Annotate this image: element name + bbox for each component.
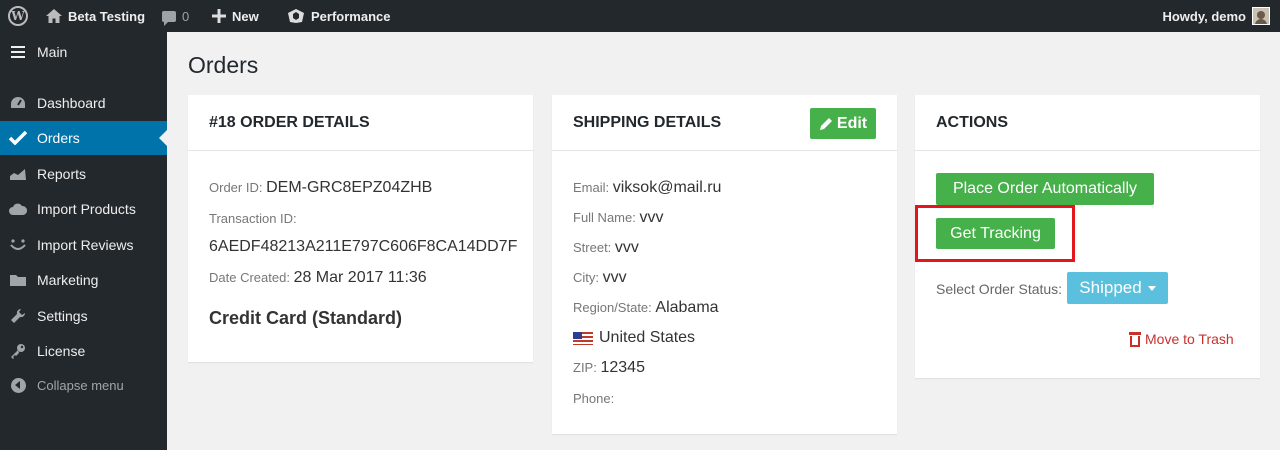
- admin-bar: W Beta Testing 0 New Performance Howdy, …: [0, 0, 1280, 32]
- pencil-icon: [819, 117, 832, 130]
- avatar: [1252, 7, 1270, 25]
- order-status-label: Select Order Status:: [936, 281, 1063, 297]
- full-name-row: Full Name: vvv: [573, 209, 663, 227]
- full-name-value: vvv: [639, 209, 664, 226]
- sidebar-item-import-reviews[interactable]: Import Reviews: [0, 228, 167, 262]
- edit-label: Edit: [836, 114, 868, 132]
- region-row: Region/State: Alabama: [573, 299, 719, 317]
- date-created-row: Date Created: 28 Mar 2017 11:36: [209, 269, 427, 287]
- shipping-details-panel: SHIPPING DETAILS Edit Email: viksok@mail…: [552, 95, 897, 434]
- city-row: City: vvv: [573, 269, 627, 287]
- region-label: Region/State:: [573, 300, 652, 315]
- zip-row: ZIP: 12345: [573, 359, 645, 377]
- wrench-icon: [9, 308, 27, 324]
- caret-down-icon: [1147, 285, 1156, 291]
- new-label: New: [232, 8, 259, 24]
- sidebar-item-label: Import Products: [37, 201, 136, 217]
- sidebar-item-settings[interactable]: Settings: [0, 299, 167, 333]
- account-menu[interactable]: Howdy, demo: [1162, 0, 1270, 32]
- smile-icon: [9, 238, 27, 252]
- shipping-details-header: SHIPPING DETAILS Edit: [552, 95, 897, 151]
- phone-label: Phone:: [573, 391, 615, 406]
- order-id-label: Order ID:: [209, 180, 263, 195]
- comments-link[interactable]: 0: [162, 0, 189, 32]
- performance-icon: [288, 9, 304, 23]
- street-value: vvv: [614, 239, 639, 256]
- zip-label: ZIP:: [573, 360, 597, 375]
- sidebar-item-label: Collapse menu: [37, 377, 124, 393]
- order-id-row: Order ID: DEM-GRC8EPZ04ZHB: [209, 179, 432, 197]
- place-order-button[interactable]: Place Order Automatically: [936, 173, 1154, 205]
- sidebar-collapse-menu[interactable]: Collapse menu: [0, 368, 167, 402]
- order-status-dropdown[interactable]: Shipped: [1067, 272, 1168, 304]
- sidebar-item-label: Main: [37, 44, 68, 60]
- checkmark-icon: [9, 131, 27, 145]
- date-created-value: 28 Mar 2017 11:36: [293, 269, 427, 286]
- email-row: Email: viksok@mail.ru: [573, 179, 721, 197]
- zip-value: 12345: [600, 359, 645, 376]
- howdy-text: Howdy, demo: [1162, 8, 1246, 24]
- folder-icon: [9, 273, 27, 287]
- dashboard-icon: [9, 96, 27, 110]
- us-flag-icon: [573, 332, 593, 346]
- date-created-label: Date Created:: [209, 270, 290, 285]
- sidebar-item-label: Import Reviews: [37, 237, 134, 253]
- shipping-details-heading: SHIPPING DETAILS: [573, 113, 722, 131]
- sidebar-item-label: Marketing: [37, 272, 99, 288]
- transaction-id-value: 6AEDF48213A211E797C606F8CA14DD7F: [209, 238, 518, 255]
- key-icon: [9, 343, 27, 359]
- page-title: Orders: [188, 52, 259, 78]
- region-value: Alabama: [655, 299, 719, 316]
- sidebar-item-label: Settings: [37, 308, 88, 324]
- collapse-icon: [9, 377, 27, 393]
- sidebar-item-label: License: [37, 343, 86, 359]
- order-details-heading: #18 ORDER DETAILS: [188, 95, 533, 151]
- admin-sidebar: Main Dashboard Orders Reports Import Pro…: [0, 32, 167, 450]
- sidebar-item-license[interactable]: License: [0, 334, 167, 368]
- get-tracking-button[interactable]: Get Tracking: [936, 218, 1055, 249]
- sidebar-item-reports[interactable]: Reports: [0, 157, 167, 191]
- street-row: Street: vvv: [573, 239, 639, 257]
- wordpress-logo-icon[interactable]: W: [8, 0, 28, 32]
- order-id-value: DEM-GRC8EPZ04ZHB: [266, 179, 433, 196]
- email-label: Email:: [573, 180, 610, 195]
- city-label: City:: [573, 270, 599, 285]
- actions-heading: ACTIONS: [915, 95, 1260, 151]
- comment-count: 0: [182, 8, 190, 24]
- comment-icon: [162, 10, 176, 26]
- full-name-label: Full Name:: [573, 210, 636, 225]
- move-to-trash-label: Move to Trash: [1145, 331, 1234, 347]
- hamburger-icon: [9, 46, 27, 58]
- sidebar-item-orders[interactable]: Orders: [0, 121, 167, 155]
- order-details-panel: #18 ORDER DETAILS Order ID: DEM-GRC8EPZ0…: [188, 95, 533, 362]
- order-status-value: Shipped: [1079, 278, 1142, 297]
- trash-icon: [1129, 331, 1141, 347]
- sidebar-item-main[interactable]: Main: [0, 35, 167, 69]
- email-value: viksok@mail.ru: [612, 179, 722, 196]
- site-name-link[interactable]: Beta Testing: [46, 0, 145, 32]
- city-value: vvv: [602, 269, 627, 286]
- country-value: United States: [599, 329, 696, 346]
- plus-icon: [212, 9, 226, 23]
- move-to-trash-link[interactable]: Move to Trash: [1129, 331, 1234, 347]
- payment-method: Credit Card (Standard): [209, 308, 403, 328]
- edit-button[interactable]: Edit: [810, 108, 876, 139]
- sidebar-item-marketing[interactable]: Marketing: [0, 263, 167, 297]
- performance-label: Performance: [311, 8, 391, 24]
- street-label: Street:: [573, 240, 612, 255]
- actions-panel: ACTIONS Place Order Automatically Get Tr…: [915, 95, 1260, 378]
- sidebar-item-dashboard[interactable]: Dashboard: [0, 86, 167, 120]
- sidebar-item-import-products[interactable]: Import Products: [0, 192, 167, 226]
- home-icon: [46, 9, 62, 23]
- transaction-id-label: Transaction ID:: [209, 211, 297, 226]
- sidebar-item-label: Orders: [37, 130, 80, 146]
- country-row: United States: [573, 329, 695, 347]
- cloud-icon: [9, 203, 27, 215]
- chart-icon: [9, 167, 27, 181]
- sidebar-item-label: Reports: [37, 166, 87, 182]
- new-content-link[interactable]: New: [212, 0, 259, 32]
- site-name: Beta Testing: [68, 8, 146, 24]
- performance-link[interactable]: Performance: [287, 0, 390, 32]
- sidebar-item-label: Dashboard: [37, 95, 106, 111]
